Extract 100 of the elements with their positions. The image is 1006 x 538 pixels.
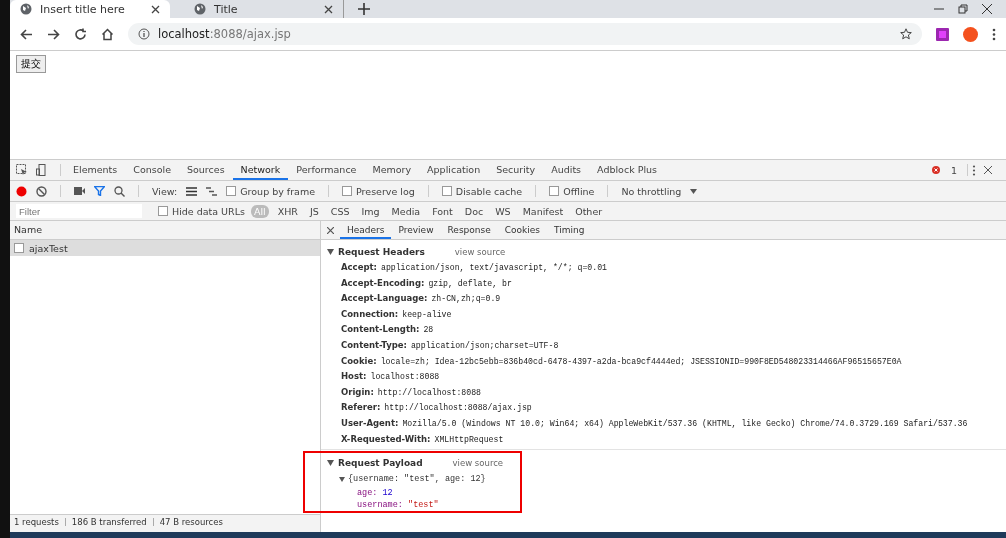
hide-data-urls-checkbox[interactable]: Hide data URLs: [158, 205, 245, 217]
waterfall-icon[interactable]: [206, 186, 218, 196]
error-count[interactable]: 1: [950, 164, 957, 176]
search-icon[interactable]: [114, 185, 125, 197]
section-title[interactable]: Request Headers: [338, 247, 425, 257]
status-text: 186 B transferred: [71, 517, 147, 527]
header-value: keep-alive: [402, 309, 452, 319]
clear-icon[interactable]: [36, 185, 47, 197]
camera-icon[interactable]: [74, 187, 85, 195]
extension-icon[interactable]: [936, 27, 949, 41]
toolbar-checkbox[interactable]: Offline: [549, 185, 595, 197]
reload-icon[interactable]: [74, 27, 87, 41]
expand-arrow-icon[interactable]: [327, 249, 334, 255]
type-filter[interactable]: Img: [358, 204, 383, 218]
header-name: Referer:: [341, 402, 381, 413]
header-value: Mozilla/5.0 (Windows NT 10.0; Win64; x64) AppleWebKit/537.36 (KHTML, like Gecko) Chrome/74.0.3729.169 Safari/537.36: [402, 418, 968, 428]
toolbar-checkbox[interactable]: Disable cache: [441, 185, 523, 197]
detail-tab[interactable]: Cookies: [497, 221, 547, 239]
record-icon[interactable]: [16, 185, 27, 197]
inspect-icon[interactable]: [16, 164, 28, 176]
header-name: Cookie:: [341, 355, 377, 366]
info-icon: [138, 28, 150, 40]
payload-summary[interactable]: {username: "test", age: 12}: [348, 474, 486, 485]
menu-icon[interactable]: [992, 27, 996, 41]
header-value: application/json;charset=UTF-8: [410, 340, 559, 350]
submit-button[interactable]: 提交: [16, 55, 46, 73]
header-name: X-Requested-With:: [341, 433, 431, 444]
browser-tab[interactable]: Insert title here: [10, 0, 170, 18]
panel-tab[interactable]: Elements: [65, 160, 126, 180]
avatar-icon[interactable]: [963, 26, 978, 42]
panel-tab[interactable]: Adblock Plus: [589, 160, 665, 180]
panel-tab[interactable]: Console: [125, 160, 179, 180]
address-field[interactable]: localhost:8088/ajax.jsp: [128, 23, 922, 45]
type-filter[interactable]: Manifest: [519, 204, 567, 218]
view-source-link[interactable]: view source: [454, 247, 506, 257]
section-title[interactable]: Request Payload: [338, 458, 423, 469]
dropdown-arrow-icon[interactable]: [690, 188, 698, 194]
detail-tab[interactable]: Timing: [547, 221, 592, 239]
type-filter[interactable]: Other: [572, 204, 606, 218]
error-icon: [931, 166, 940, 174]
header-name: Content-Length:: [341, 324, 420, 335]
status-text: 47 B resources: [159, 517, 223, 527]
type-filter[interactable]: CSS: [327, 204, 353, 218]
column-header[interactable]: Name: [10, 221, 320, 240]
close-icon[interactable]: [984, 166, 992, 174]
expand-arrow-icon[interactable]: [339, 476, 345, 482]
panel-tab[interactable]: Security: [488, 160, 544, 180]
panel-tab[interactable]: Memory: [364, 160, 420, 180]
close-icon[interactable]: [982, 4, 992, 14]
list-view-icon[interactable]: [186, 186, 198, 196]
type-filter[interactable]: Font: [429, 204, 456, 218]
type-filter[interactable]: Media: [388, 204, 424, 218]
panel-tab[interactable]: Network: [232, 160, 289, 180]
detail-tab[interactable]: Response: [440, 221, 498, 239]
back-icon[interactable]: [20, 27, 33, 41]
filter-icon[interactable]: [94, 186, 105, 196]
header-value: http://localhost:8088: [377, 387, 481, 397]
view-source-link[interactable]: view source: [452, 458, 504, 469]
type-filter[interactable]: JS: [306, 204, 322, 218]
toolbar-checkbox[interactable]: Group by frame: [226, 185, 316, 197]
header-value: locale=zh; Idea-12bc5ebb=836b40cd-6478-4397-a2da-bca9cf4444ed; JSESSIONID=990F8ED548023314466AF96515657E0A: [380, 356, 902, 366]
restore-icon[interactable]: [958, 4, 968, 14]
header-value: 28: [423, 325, 434, 335]
header-name: Connection:: [341, 308, 399, 319]
globe-icon: [194, 3, 206, 15]
header-name: Accept:: [341, 262, 377, 272]
toolbar-checkbox[interactable]: Preserve log: [342, 185, 415, 197]
filter-field[interactable]: Filter: [16, 204, 142, 218]
close-icon[interactable]: [151, 4, 160, 14]
view-label: View:: [152, 185, 178, 197]
panel-tab[interactable]: Performance: [288, 160, 365, 180]
expand-arrow-icon[interactable]: [327, 460, 334, 467]
header-value: zh-CN,zh;q=0.9: [431, 294, 501, 304]
forward-icon[interactable]: [47, 27, 60, 41]
request-row[interactable]: ajaxTest: [10, 240, 320, 256]
type-filter[interactable]: Doc: [461, 204, 487, 218]
panel-tab[interactable]: Application: [419, 160, 489, 180]
detail-tab[interactable]: Headers: [340, 221, 392, 239]
star-icon[interactable]: [900, 28, 912, 40]
detail-tab[interactable]: Preview: [391, 221, 441, 239]
status-text: 1 requests: [14, 517, 59, 527]
more-icon[interactable]: [972, 164, 976, 176]
new-tab-icon[interactable]: [358, 3, 370, 15]
browser-tab[interactable]: Title: [184, 0, 344, 18]
home-icon[interactable]: [101, 27, 114, 41]
device-icon[interactable]: [36, 164, 48, 176]
header-value: application/json, text/javascript, */*; q=0.01: [380, 263, 607, 272]
panel-tab[interactable]: Audits: [543, 160, 590, 180]
type-filter[interactable]: WS: [492, 204, 514, 218]
close-icon[interactable]: [327, 226, 334, 234]
payload-property: username: "test": [356, 499, 440, 512]
panel-tab[interactable]: Sources: [179, 160, 233, 180]
close-icon[interactable]: [324, 4, 333, 14]
header-value: http://localhost:8088/ajax.jsp: [384, 403, 532, 413]
header-name: Accept-Encoding:: [341, 277, 425, 288]
payload-property: age: 12: [356, 487, 394, 500]
type-filter[interactable]: XHR: [274, 204, 301, 218]
header-name: Accept-Language:: [341, 293, 428, 304]
header-name: Origin:: [341, 386, 374, 397]
throttling-dropdown[interactable]: No throttling: [621, 185, 682, 197]
